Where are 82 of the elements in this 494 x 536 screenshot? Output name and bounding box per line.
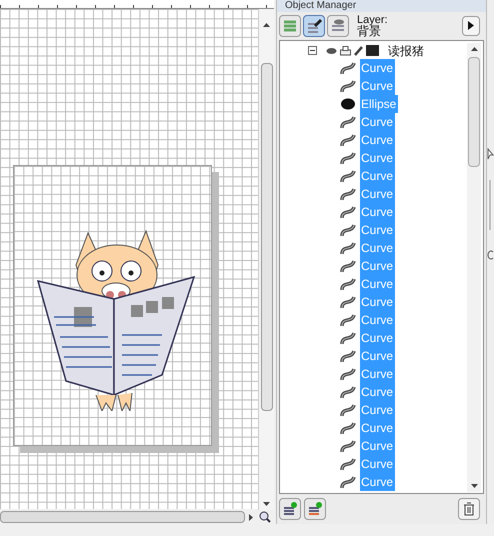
- object-item[interactable]: Curve: [360, 58, 396, 77]
- printer-icon[interactable]: [340, 46, 351, 56]
- pen-layers-icon: [306, 18, 322, 34]
- delete-button[interactable]: [458, 498, 480, 520]
- curve-icon: [340, 114, 356, 129]
- curve-icon: [340, 312, 356, 327]
- scroll-right-icon[interactable]: [249, 514, 253, 520]
- scroll-up-icon[interactable]: [263, 23, 270, 27]
- object-item[interactable]: Curve: [360, 292, 396, 311]
- trash-icon: [463, 502, 475, 516]
- curve-icon: [340, 60, 356, 75]
- curve-icon: [340, 438, 356, 453]
- object-item[interactable]: Curve: [360, 310, 396, 329]
- layer-label: Layer:: [357, 14, 388, 26]
- triangle-right-icon: [468, 21, 474, 30]
- object-item[interactable]: Curve: [360, 202, 396, 221]
- edit-layers-button[interactable]: [303, 14, 325, 37]
- object-item[interactable]: Curve: [360, 76, 396, 95]
- object-item[interactable]: Curve: [360, 418, 396, 437]
- layers-icon: [282, 18, 298, 34]
- scroll-up-icon[interactable]: [470, 46, 478, 51]
- object-item[interactable]: Curve: [360, 436, 396, 455]
- object-item[interactable]: Curve: [360, 148, 396, 167]
- curve-icon: [340, 78, 356, 93]
- curve-icon: [340, 402, 356, 417]
- pointer-icon[interactable]: [487, 148, 494, 160]
- curve-icon: [340, 474, 356, 489]
- group-label[interactable]: 读报猪: [388, 42, 424, 60]
- eye-layers-icon: [330, 18, 346, 34]
- new-master-layer-icon: [307, 501, 323, 518]
- object-item[interactable]: Curve: [360, 238, 396, 257]
- horizontal-scrollbar[interactable]: [0, 511, 245, 523]
- layer-color-swatch: [366, 45, 379, 56]
- ellipse-icon: [340, 96, 356, 111]
- object-item[interactable]: Curve: [360, 130, 396, 149]
- object-item[interactable]: Curve: [360, 274, 396, 293]
- eye-icon[interactable]: [326, 46, 337, 55]
- curve-icon: [340, 456, 356, 471]
- panel-menu-button[interactable]: [462, 16, 480, 36]
- object-item[interactable]: Curve: [360, 472, 396, 491]
- curve-icon: [340, 330, 356, 345]
- curve-icon: [340, 420, 356, 435]
- layer-view-button[interactable]: [327, 14, 349, 37]
- curve-icon: [340, 258, 356, 273]
- object-item[interactable]: Curve: [360, 364, 396, 383]
- curve-icon: [340, 294, 356, 309]
- object-item[interactable]: Curve: [360, 382, 396, 401]
- curve-icon: [340, 240, 356, 255]
- object-item[interactable]: Curve: [360, 184, 396, 203]
- object-item[interactable]: Curve: [360, 166, 396, 185]
- object-item[interactable]: Curve: [360, 328, 396, 347]
- scroll-down-icon[interactable]: [470, 484, 478, 488]
- object-item[interactable]: Ellipse: [360, 94, 398, 113]
- curve-icon: [340, 276, 356, 291]
- curve-icon: [340, 150, 356, 165]
- curve-icon: [340, 168, 356, 183]
- curve-icon: [340, 222, 356, 237]
- object-item[interactable]: Curve: [360, 400, 396, 419]
- pencil-icon[interactable]: [354, 46, 363, 56]
- object-item[interactable]: Curve: [360, 346, 396, 365]
- vertical-scrollbar[interactable]: [258, 9, 274, 510]
- object-item[interactable]: Curve: [360, 454, 396, 473]
- curve-icon: [340, 366, 356, 381]
- layer-name: 背景: [357, 26, 381, 37]
- scroll-thumb[interactable]: [468, 56, 480, 167]
- object-item[interactable]: Curve: [360, 112, 396, 131]
- collapse-toggle[interactable]: [308, 46, 317, 56]
- tree-scrollbar[interactable]: [467, 42, 481, 492]
- object-item[interactable]: Curve: [360, 220, 396, 239]
- new-layer-icon: [282, 501, 298, 518]
- scroll-thumb[interactable]: [260, 63, 272, 411]
- curve-icon: [340, 204, 356, 219]
- zoom-icon[interactable]: [259, 511, 271, 523]
- curve-icon: [340, 132, 356, 147]
- curve-icon: [340, 186, 356, 201]
- scroll-down-icon[interactable]: [263, 502, 270, 506]
- new-master-layer-button[interactable]: [304, 498, 326, 520]
- curve-icon: [340, 384, 356, 399]
- curve-icon: [340, 348, 356, 363]
- object-item[interactable]: Curve: [360, 256, 396, 275]
- panel-title: Object Manager: [277, 0, 486, 12]
- new-layer-button[interactable]: [279, 498, 301, 520]
